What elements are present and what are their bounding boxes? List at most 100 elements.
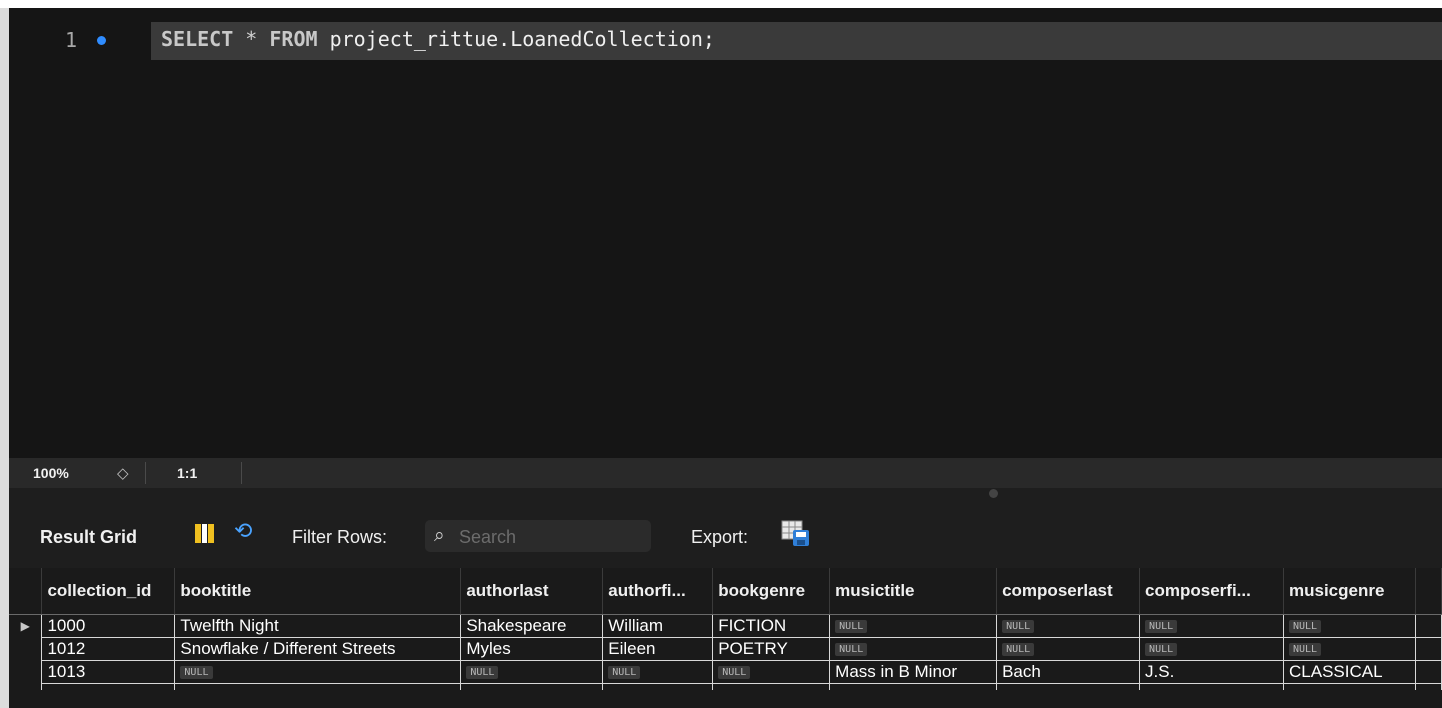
table-cell[interactable]: NULL [1139,614,1284,638]
table-cell[interactable]: Snowflake / Different Streets [174,637,462,661]
filter-rows-label: Filter Rows: [292,527,388,547]
sql-star: * [233,27,270,51]
sql-workbench-window: 1 SELECT * FROM project_rittue.LoanedCol… [0,8,1442,708]
table-cell[interactable]: NULL [174,660,462,684]
result-table: collection_id booktitle authorlast autho… [9,568,1442,690]
table-cell [712,683,831,690]
splitter-handle[interactable] [989,489,998,498]
table-row[interactable]: 1012 Snowflake / Different Streets Myles… [9,637,1442,661]
table-cell [829,683,998,690]
column-header[interactable]: composerfi... [1139,568,1284,615]
table-cell-filler [1414,683,1442,690]
table-cell[interactable]: NULL [460,660,604,684]
grid-layout-icon[interactable] [195,524,215,543]
table-cell[interactable]: NULL [1283,637,1416,661]
table-cell[interactable]: NULL [829,637,998,661]
column-header[interactable]: musicgenre [1283,568,1416,615]
table-cell-filler [1414,614,1442,638]
status-divider [241,462,242,484]
table-cell[interactable]: NULL [829,614,998,638]
table-cell[interactable]: Mass in B Minor [829,660,998,684]
null-badge: NULL [1002,620,1035,634]
table-row[interactable]: 1013 NULL NULL NULL NULL Mass in B Minor… [9,660,1442,684]
column-header[interactable]: bookgenre [712,568,831,615]
table-cell[interactable]: CLASSICAL [1283,660,1416,684]
table-cell[interactable]: FICTION [712,614,831,638]
null-badge: NULL [1289,620,1322,634]
null-badge: NULL [180,666,213,680]
table-cell[interactable]: NULL [996,614,1141,638]
sql-keyword-select: SELECT [161,27,234,51]
table-cell[interactable]: 1013 [41,660,176,684]
row-marker [9,660,43,684]
row-marker-header [9,568,43,615]
search-input[interactable] [457,523,647,551]
sql-keyword-from: FROM [269,27,318,51]
table-cell [602,683,714,690]
refresh-icon[interactable]: ⟲ [234,518,252,544]
current-row-marker-icon: ▶ [9,614,43,638]
editor-status-bar: 100% ◇ 1:1 [9,458,1442,488]
null-badge: NULL [1289,643,1322,657]
table-cell[interactable]: Bach [996,660,1141,684]
table-row[interactable]: ▶ 1000 Twelfth Night Shakespeare William… [9,614,1442,638]
line-number: 1 [65,28,78,52]
result-toolbar: Result Grid ⟲ Filter Rows: ⌕ Export: [9,502,1442,568]
table-cell [174,683,462,690]
table-header-row: collection_id booktitle authorlast autho… [9,568,1442,615]
table-cell[interactable]: Eileen [602,637,714,661]
column-header[interactable]: musictitle [829,568,998,615]
table-cell-filler [1414,660,1442,684]
table-cell[interactable]: Twelfth Night [174,614,462,638]
table-cell[interactable]: NULL [712,660,831,684]
cursor-position: 1:1 [177,465,198,481]
null-badge: NULL [1145,620,1178,634]
statement-marker-icon [97,36,106,45]
table-cell [1283,683,1416,690]
column-header[interactable]: collection_id [41,568,176,615]
editor-line-1[interactable]: 1 SELECT * FROM project_rittue.LoanedCol… [9,22,1442,60]
null-badge: NULL [835,620,868,634]
search-box[interactable]: ⌕ [425,520,651,552]
table-cell[interactable]: NULL [996,637,1141,661]
table-cell [1139,683,1284,690]
column-header[interactable]: composerlast [996,568,1141,615]
status-divider [145,462,146,484]
export-icon[interactable] [781,520,811,548]
sql-table-reference: project_rittue.LoanedCollection; [317,27,715,51]
table-cell[interactable]: NULL [1283,614,1416,638]
table-cell[interactable]: 1012 [41,637,176,661]
column-header[interactable]: booktitle [174,568,462,615]
sql-statement[interactable]: SELECT * FROM project_rittue.LoanedColle… [161,27,715,51]
table-cell[interactable]: J.S. [1139,660,1284,684]
row-marker [9,637,43,661]
zoom-level[interactable]: 100% [33,465,69,481]
table-cell[interactable]: POETRY [712,637,831,661]
null-badge: NULL [608,666,641,680]
null-badge: NULL [1002,643,1035,657]
table-cell[interactable]: NULL [1139,637,1284,661]
table-cell [41,683,176,690]
table-cell[interactable]: Shakespeare [460,614,604,638]
export-label: Export: [691,527,749,547]
column-header[interactable]: authorfi... [602,568,714,615]
table-cell [996,683,1141,690]
table-row-partial [9,683,1442,690]
panel-splitter[interactable] [9,488,1442,502]
table-cell-filler [1414,637,1442,661]
result-grid-tab[interactable]: Result Grid [40,527,137,548]
up-down-chevron-icon[interactable]: ◇ [117,464,129,482]
column-header[interactable]: authorlast [460,568,604,615]
window-left-edge [0,8,9,708]
null-badge: NULL [835,643,868,657]
table-cell [460,683,604,690]
table-cell[interactable]: 1000 [41,614,176,638]
row-marker [9,683,43,690]
table-cell[interactable]: William [602,614,714,638]
result-grid[interactable]: collection_id booktitle authorlast autho… [9,568,1442,708]
column-header-filler [1415,568,1442,615]
null-badge: NULL [1145,643,1178,657]
table-cell[interactable]: NULL [602,660,714,684]
table-cell[interactable]: Myles [460,637,604,661]
sql-editor[interactable]: 1 SELECT * FROM project_rittue.LoanedCol… [9,8,1442,458]
